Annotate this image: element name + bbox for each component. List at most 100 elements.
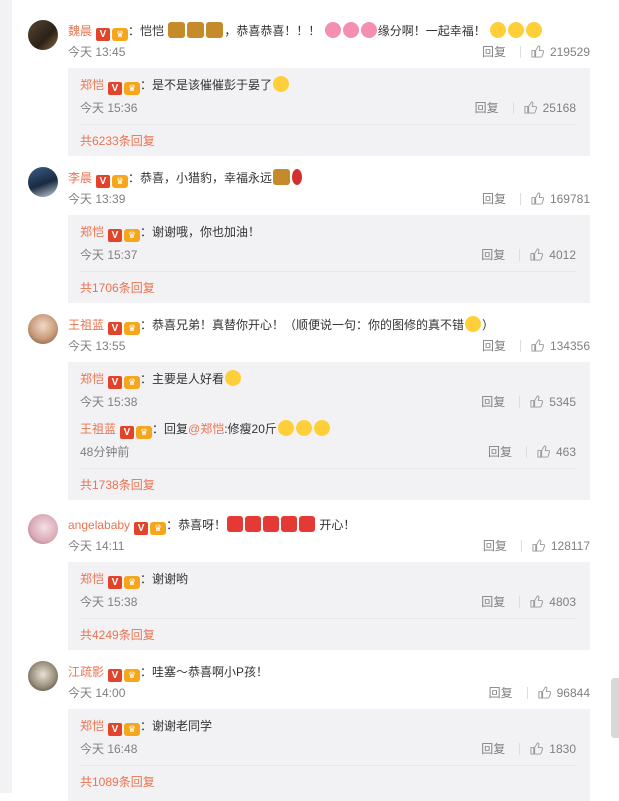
- verified-v-icon: V: [120, 426, 135, 439]
- laugh-cry-emoji-icon: [295, 420, 312, 436]
- comment-text: 王祖蓝 V ♛ ：恭喜兄弟！真替你开心！（顺便说一句：你的图修的真不错 ）: [68, 316, 590, 335]
- reply-thread: 郑恺 V ♛ ：谢谢哦，你也加油！ 今天 15:37 回复 4012 共1706条回复: [68, 215, 590, 303]
- crown-badge-icon: ♛: [124, 576, 141, 589]
- like-button[interactable]: 25168: [524, 101, 576, 115]
- timestamp: 今天 16:48: [80, 742, 138, 756]
- reply-actions: 回复 4012: [481, 247, 576, 263]
- reply-button[interactable]: 回复: [481, 741, 505, 757]
- comment-item: 江疏影 V ♛ ：哇塞～恭喜啊小P孩！ 今天 14:00 回复 96844 郑恺 V ♛ ：谢…: [24, 649, 590, 801]
- divider: [519, 46, 521, 58]
- laugh-cry-emoji-icon: [277, 420, 294, 436]
- like-button[interactable]: 4803: [530, 595, 576, 609]
- avatar[interactable]: [28, 167, 58, 197]
- reply-button[interactable]: 回复: [481, 594, 505, 610]
- replier-name[interactable]: 郑恺: [80, 225, 104, 239]
- mention-link[interactable]: @郑恺: [188, 422, 224, 436]
- replier-name[interactable]: 郑恺: [80, 372, 104, 386]
- commenter-name[interactable]: angelababy: [68, 518, 130, 532]
- comment-body: ）: [482, 318, 495, 332]
- timestamp: 今天 15:38: [80, 395, 138, 409]
- commenter-name[interactable]: 魏晨: [68, 24, 92, 38]
- reply-button[interactable]: 回复: [475, 100, 499, 116]
- crown-badge-icon: ♛: [112, 28, 129, 41]
- timestamp: 今天 14:11: [68, 539, 125, 553]
- like-button[interactable]: 5345: [530, 395, 576, 409]
- verified-v-icon: V: [108, 576, 123, 589]
- reply-button[interactable]: 回复: [481, 394, 505, 410]
- commenter-name[interactable]: 李晨: [68, 171, 92, 185]
- view-more-replies-link[interactable]: 共1089条回复: [80, 773, 155, 790]
- like-button[interactable]: 128117: [532, 539, 590, 553]
- reply-button[interactable]: 回复: [482, 191, 506, 207]
- like-button[interactable]: 169781: [531, 192, 590, 206]
- reply-actions: 回复 5345: [481, 394, 576, 410]
- reply-body: ：是不是该催催彭于晏了: [140, 78, 273, 92]
- reply-button[interactable]: 回复: [488, 444, 512, 460]
- kiss-emoji-icon: [526, 22, 543, 38]
- divider: [80, 765, 576, 766]
- like-count: 134356: [549, 339, 590, 353]
- comment-meta: 今天 13:45 回复 219529: [68, 44, 590, 60]
- like-count: 4012: [549, 248, 576, 262]
- replier-name[interactable]: 郑恺: [80, 572, 104, 586]
- divider: [80, 468, 576, 469]
- crown-badge-icon: ♛: [124, 82, 141, 95]
- reply-button[interactable]: 回复: [482, 44, 506, 60]
- reply-button[interactable]: 回复: [482, 338, 506, 354]
- reply-button[interactable]: 回复: [483, 538, 507, 554]
- like-count: 96844: [556, 686, 590, 700]
- like-count: 463: [555, 445, 576, 459]
- commenter-name[interactable]: 王祖蓝: [68, 318, 104, 332]
- like-button[interactable]: 1830: [530, 742, 576, 756]
- reply-text: 郑恺 V ♛ ：谢谢哟: [80, 570, 576, 589]
- rose-emoji-icon: [292, 169, 303, 185]
- like-button[interactable]: 219529: [531, 45, 590, 59]
- reply-body: ：谢谢哦，你也加油！: [140, 225, 261, 239]
- reply-text: 王祖蓝 V ♛ ：回复@郑恺:修瘦20斤: [80, 420, 576, 439]
- verified-v-icon: V: [108, 669, 123, 682]
- thumbs-up-icon: [530, 595, 544, 608]
- view-more-replies-link[interactable]: 共1738条回复: [80, 476, 155, 493]
- view-more-replies-link[interactable]: 共6233条回复: [80, 132, 155, 149]
- thumbs-up-icon: [531, 192, 544, 205]
- reply-meta: 今天 15:38 回复 4803: [80, 594, 576, 610]
- like-button[interactable]: 134356: [531, 339, 590, 353]
- avatar[interactable]: [28, 20, 58, 50]
- scrollbar-thumb[interactable]: [611, 678, 619, 738]
- leopard-emoji-icon: [206, 22, 224, 38]
- like-button[interactable]: 4012: [530, 248, 576, 262]
- like-button[interactable]: 463: [537, 445, 576, 459]
- view-more-replies-link[interactable]: 共1706条回复: [80, 279, 155, 296]
- double-happiness-icon: [299, 516, 316, 532]
- reply-button[interactable]: 回复: [481, 247, 505, 263]
- comment-item: 王祖蓝 V ♛ ：恭喜兄弟！真替你开心！（顺便说一句：你的图修的真不错） 今天 13:…: [24, 302, 590, 502]
- commenter-name[interactable]: 江疏影: [68, 665, 104, 679]
- comment-body: ：恭喜兄弟！真替你开心！（顺便说一句：你的图修的真不错: [140, 318, 465, 332]
- replier-name[interactable]: 郑恺: [80, 78, 104, 92]
- replier-name[interactable]: 王祖蓝: [80, 422, 116, 436]
- thumbs-up-icon: [531, 339, 544, 352]
- reply-body: ：谢谢哟: [140, 572, 189, 586]
- leopard-emoji-icon: [187, 22, 205, 38]
- comment-body: ：恭喜，小猎豹，幸福永远: [128, 171, 273, 185]
- avatar[interactable]: [28, 661, 58, 691]
- leopard-emoji-icon: [168, 22, 186, 38]
- reply-text: 郑恺 V ♛ ：谢谢老同学: [80, 717, 576, 736]
- avatar[interactable]: [28, 314, 58, 344]
- replier-name[interactable]: 郑恺: [80, 719, 104, 733]
- heart-emoji-icon: [324, 22, 341, 38]
- reply-button[interactable]: 回复: [489, 685, 513, 701]
- comment-text: angelababy V ♛ ：恭喜呀！ 开心！: [68, 516, 590, 535]
- thumbs-up-icon: [530, 742, 544, 755]
- comment-text: 江疏影 V ♛ ：哇塞～恭喜啊小P孩！: [68, 663, 590, 682]
- avatar[interactable]: [28, 514, 58, 544]
- divider: [519, 596, 521, 608]
- like-button[interactable]: 96844: [538, 686, 590, 700]
- kiss-emoji-icon: [508, 22, 525, 38]
- view-more-replies-link[interactable]: 共4249条回复: [80, 626, 155, 643]
- divider: [525, 446, 527, 458]
- divider: [519, 340, 521, 352]
- comment-actions: 回复 169781: [482, 191, 590, 207]
- verified-v-icon: V: [108, 723, 123, 736]
- reply-meta: 今天 16:48 回复 1830: [80, 741, 576, 757]
